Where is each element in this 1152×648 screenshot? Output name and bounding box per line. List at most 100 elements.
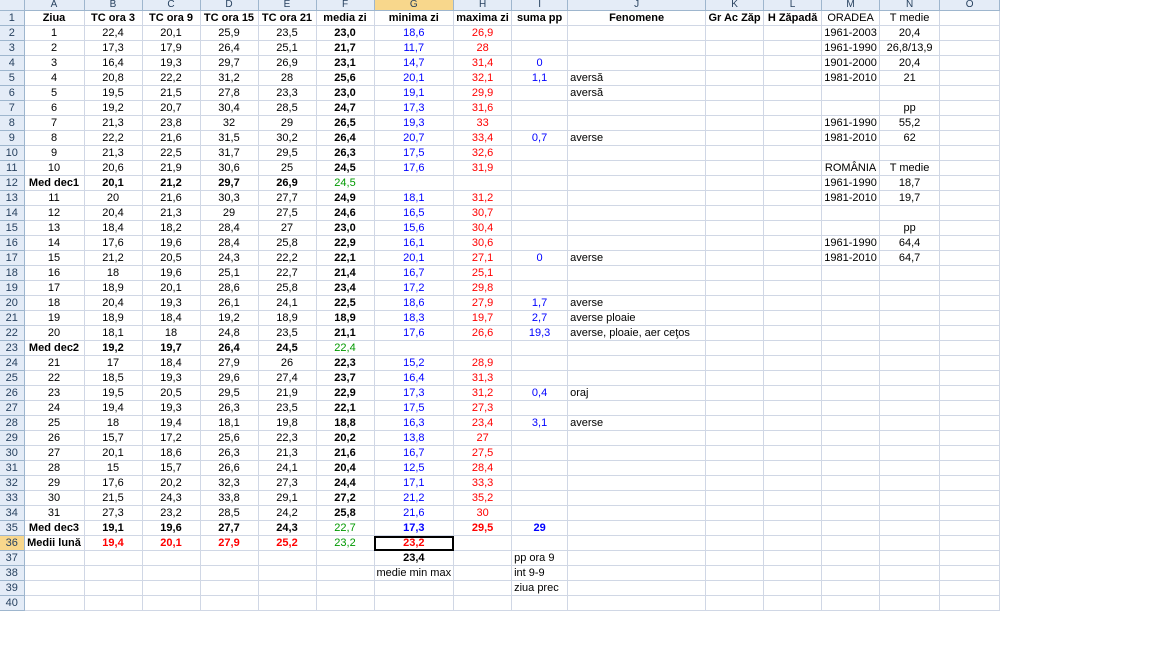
cell-l9[interactable] — [763, 130, 823, 146]
cell-i21[interactable]: 2,7 — [511, 310, 569, 326]
cell-i33[interactable] — [511, 490, 569, 506]
cell-o32[interactable] — [939, 475, 1001, 491]
cell-a2[interactable]: 1 — [24, 25, 85, 41]
cell-m7[interactable] — [821, 100, 881, 116]
cell-f28[interactable]: 18,8 — [316, 415, 375, 431]
column-header-c[interactable]: C — [142, 0, 201, 11]
cell-g24[interactable]: 15,2 — [374, 355, 455, 371]
cell-j1[interactable]: Fenomene — [567, 10, 707, 26]
cell-b40[interactable] — [84, 595, 143, 611]
cell-n38[interactable] — [879, 565, 941, 581]
row-header-2[interactable]: 2 — [0, 25, 25, 41]
cell-l26[interactable] — [763, 385, 823, 401]
cell-b20[interactable]: 20,4 — [84, 295, 143, 311]
cell-h2[interactable]: 26,9 — [453, 25, 513, 41]
cell-d24[interactable]: 27,9 — [200, 355, 259, 371]
cell-f7[interactable]: 24,7 — [316, 100, 375, 116]
cell-a13[interactable]: 11 — [24, 190, 85, 206]
cell-g6[interactable]: 19,1 — [374, 85, 455, 101]
cell-k26[interactable] — [705, 385, 765, 401]
cell-a32[interactable]: 29 — [24, 475, 85, 491]
cell-e35[interactable]: 24,3 — [258, 520, 317, 536]
cell-i2[interactable] — [511, 25, 569, 41]
cell-o40[interactable] — [939, 595, 1001, 611]
cell-i25[interactable] — [511, 370, 569, 386]
cell-m5[interactable]: 1981-2010 — [821, 70, 881, 86]
cell-l6[interactable] — [763, 85, 823, 101]
cell-l38[interactable] — [763, 565, 823, 581]
cell-f8[interactable]: 26,5 — [316, 115, 375, 131]
cell-a34[interactable]: 31 — [24, 505, 85, 521]
cell-e13[interactable]: 27,7 — [258, 190, 317, 206]
cell-h13[interactable]: 31,2 — [453, 190, 513, 206]
cell-i27[interactable] — [511, 400, 569, 416]
cell-g22[interactable]: 17,6 — [374, 325, 455, 341]
cell-j25[interactable] — [567, 370, 707, 386]
cell-k5[interactable] — [705, 70, 765, 86]
cell-b5[interactable]: 20,8 — [84, 70, 143, 86]
cell-k21[interactable] — [705, 310, 765, 326]
cell-o12[interactable] — [939, 175, 1001, 191]
cell-i34[interactable] — [511, 505, 569, 521]
cell-a37[interactable] — [24, 550, 85, 566]
cell-f32[interactable]: 24,4 — [316, 475, 375, 491]
cell-i37[interactable]: pp ora 9 — [511, 550, 569, 566]
cell-f31[interactable]: 20,4 — [316, 460, 375, 476]
cell-j34[interactable] — [567, 505, 707, 521]
cell-h3[interactable]: 28 — [453, 40, 513, 56]
cell-g39[interactable] — [374, 580, 455, 596]
cell-o13[interactable] — [939, 190, 1001, 206]
cell-e33[interactable]: 29,1 — [258, 490, 317, 506]
row-header-4[interactable]: 4 — [0, 55, 25, 71]
cell-d40[interactable] — [200, 595, 259, 611]
cell-m6[interactable] — [821, 85, 881, 101]
cell-n1[interactable]: T medie — [879, 10, 941, 26]
cell-j13[interactable] — [567, 190, 707, 206]
cell-c11[interactable]: 21,9 — [142, 160, 201, 176]
cell-b37[interactable] — [84, 550, 143, 566]
cell-g30[interactable]: 16,7 — [374, 445, 455, 461]
cell-m10[interactable] — [821, 145, 881, 161]
row-header-13[interactable]: 13 — [0, 190, 25, 206]
cell-g40[interactable] — [374, 595, 455, 611]
cell-d37[interactable] — [200, 550, 259, 566]
cell-l16[interactable] — [763, 235, 823, 251]
cell-c19[interactable]: 20,1 — [142, 280, 201, 296]
cell-c1[interactable]: TC ora 9 — [142, 10, 201, 26]
cell-k7[interactable] — [705, 100, 765, 116]
cell-k38[interactable] — [705, 565, 765, 581]
cell-c5[interactable]: 22,2 — [142, 70, 201, 86]
cell-n14[interactable] — [879, 205, 941, 221]
cell-o17[interactable] — [939, 250, 1001, 266]
cell-c14[interactable]: 21,3 — [142, 205, 201, 221]
cell-e2[interactable]: 23,5 — [258, 25, 317, 41]
cell-h14[interactable]: 30,7 — [453, 205, 513, 221]
cell-m33[interactable] — [821, 490, 881, 506]
cell-f33[interactable]: 27,2 — [316, 490, 375, 506]
cell-l7[interactable] — [763, 100, 823, 116]
cell-c7[interactable]: 20,7 — [142, 100, 201, 116]
cell-k40[interactable] — [705, 595, 765, 611]
cell-o15[interactable] — [939, 220, 1001, 236]
cell-i4[interactable]: 0 — [511, 55, 569, 71]
cell-b22[interactable]: 18,1 — [84, 325, 143, 341]
cell-f25[interactable]: 23,7 — [316, 370, 375, 386]
cell-c22[interactable]: 18 — [142, 325, 201, 341]
cell-d36[interactable]: 27,9 — [200, 535, 259, 551]
cell-e36[interactable]: 25,2 — [258, 535, 317, 551]
cell-k27[interactable] — [705, 400, 765, 416]
cell-a8[interactable]: 7 — [24, 115, 85, 131]
cell-a16[interactable]: 14 — [24, 235, 85, 251]
cell-e22[interactable]: 23,5 — [258, 325, 317, 341]
cell-j26[interactable]: oraj — [567, 385, 707, 401]
cell-d32[interactable]: 32,3 — [200, 475, 259, 491]
cell-n5[interactable]: 21 — [879, 70, 941, 86]
cell-e16[interactable]: 25,8 — [258, 235, 317, 251]
cell-h9[interactable]: 33,4 — [453, 130, 513, 146]
cell-o10[interactable] — [939, 145, 1001, 161]
cell-n7[interactable]: pp — [879, 100, 941, 116]
cell-o14[interactable] — [939, 205, 1001, 221]
cell-j4[interactable] — [567, 55, 707, 71]
cell-h16[interactable]: 30,6 — [453, 235, 513, 251]
cell-j39[interactable] — [567, 580, 707, 596]
